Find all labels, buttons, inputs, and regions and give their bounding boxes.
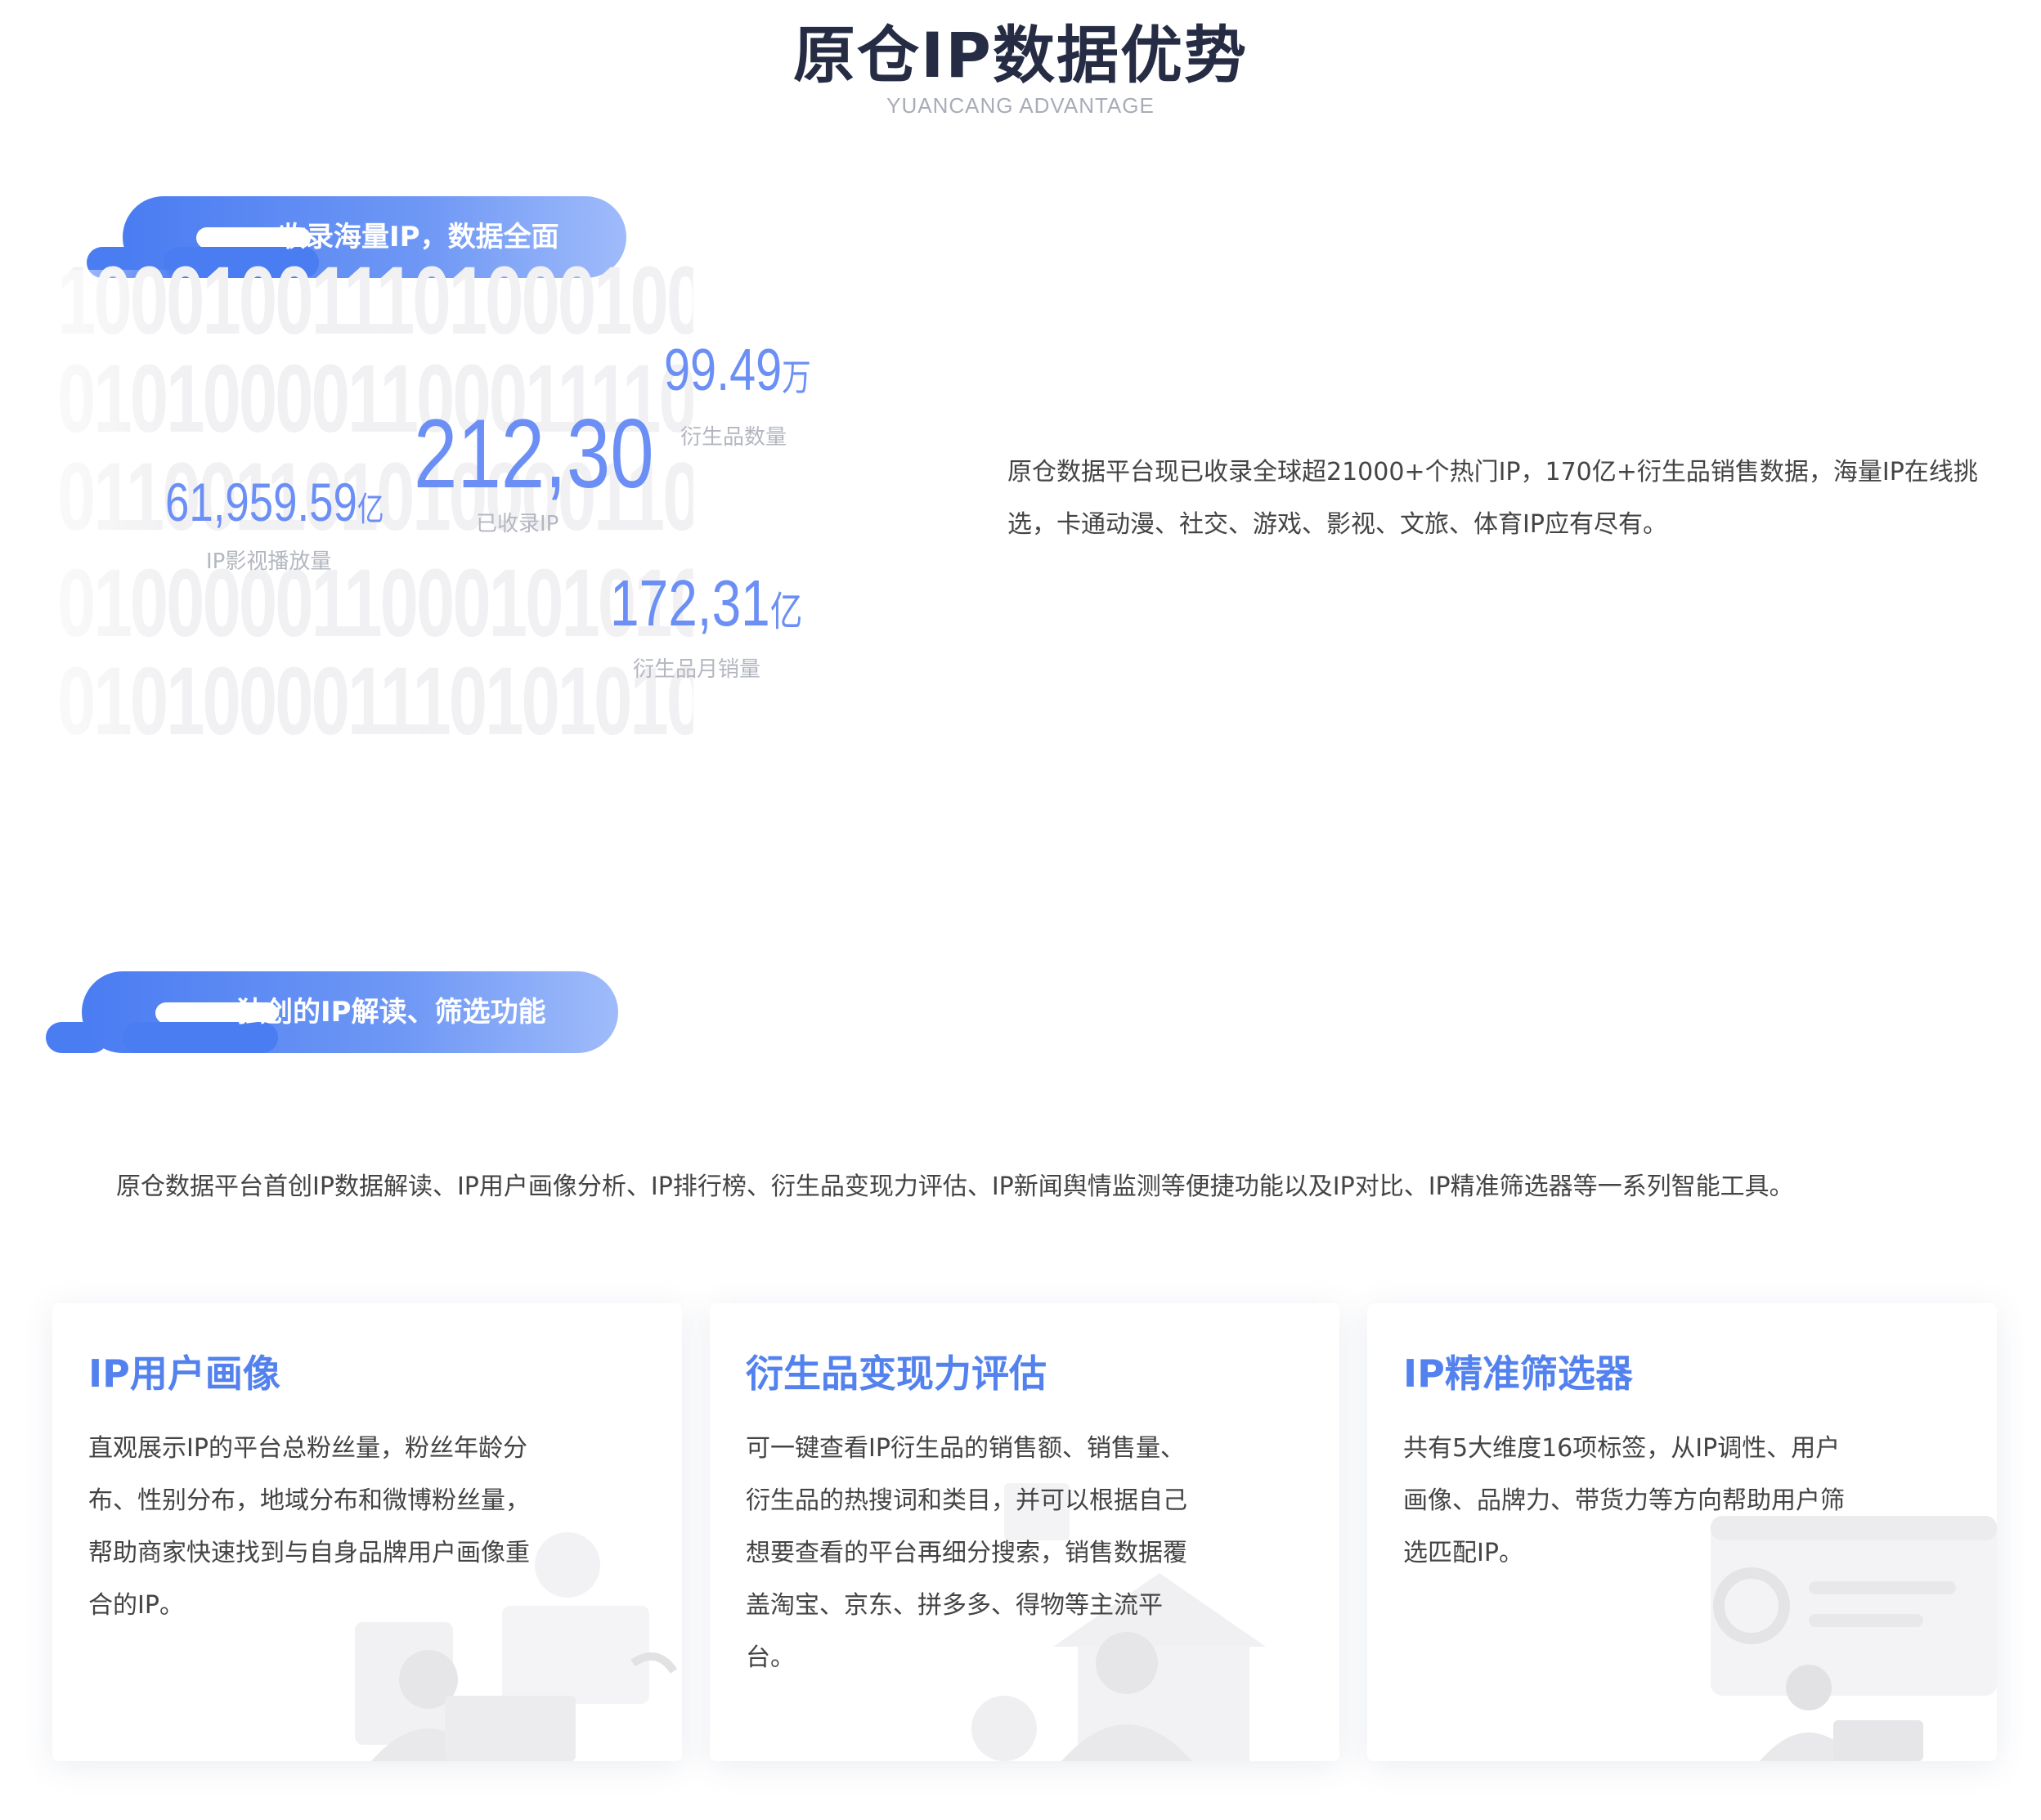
card-text: 可一键查看IP衍生品的销售额、销售量、衍生品的热搜词和类目，并可以根据自己想要查…	[746, 1434, 1187, 1672]
section2-description: 原仓数据平台首创IP数据解读、IP用户画像分析、IP排行榜、衍生品变现力评估、I…	[116, 1172, 1794, 1201]
card-title: IP用户画像	[88, 1352, 280, 1396]
section2-banner: 独创的IP解读、筛选功能	[82, 971, 618, 1053]
page-subtitle: YUANCANG ADVANTAGE	[886, 93, 1155, 118]
feature-card-user-profile: IP用户画像 直观展示IP的平台总粉丝量，粉丝年龄分布、性别分布，地域分布和微博…	[52, 1303, 682, 1761]
page-title: 原仓IP数据优势	[793, 19, 1248, 92]
stat-derivatives-value: 99.49万	[664, 338, 811, 403]
section2-banner-label: 独创的IP解读、筛选功能	[237, 996, 546, 1029]
card-title: 衍生品变现力评估	[746, 1352, 1047, 1396]
stat-views-value: 61,959.59亿	[165, 472, 384, 532]
section1-description: 原仓数据平台现已收录全球超21000+个热门IP，170亿+衍生品销售数据，海量…	[1007, 458, 1978, 539]
card-title: IP精准筛选器	[1403, 1352, 1633, 1396]
feature-card-derivative-evaluation: 衍生品变现力评估 可一键查看IP衍生品的销售额、销售量、衍生品的热搜词和类目，并…	[710, 1303, 1339, 1761]
stat-ip-count-label: 已收录IP	[476, 512, 559, 536]
card-text: 直观展示IP的平台总粉丝量，粉丝年龄分布、性别分布，地域分布和微博粉丝量，帮助商…	[88, 1434, 530, 1620]
card-text: 共有5大维度16项标签，从IP调性、用户画像、品牌力、带货力等方向帮助用户筛选匹…	[1403, 1434, 1845, 1567]
stat-monthly-sales-value: 172,31亿	[610, 567, 803, 639]
stat-monthly-sales-label: 衍生品月销量	[633, 657, 761, 682]
stat-views-label: IP影视播放量	[206, 549, 332, 574]
feature-card-ip-filter: IP精准筛选器 共有5大维度16项标签，从IP调性、用户画像、品牌力、带货力等方…	[1367, 1303, 1997, 1761]
stat-derivatives-label: 衍生品数量	[680, 425, 787, 450]
stat-ip-count-value: 212,30	[414, 399, 654, 509]
